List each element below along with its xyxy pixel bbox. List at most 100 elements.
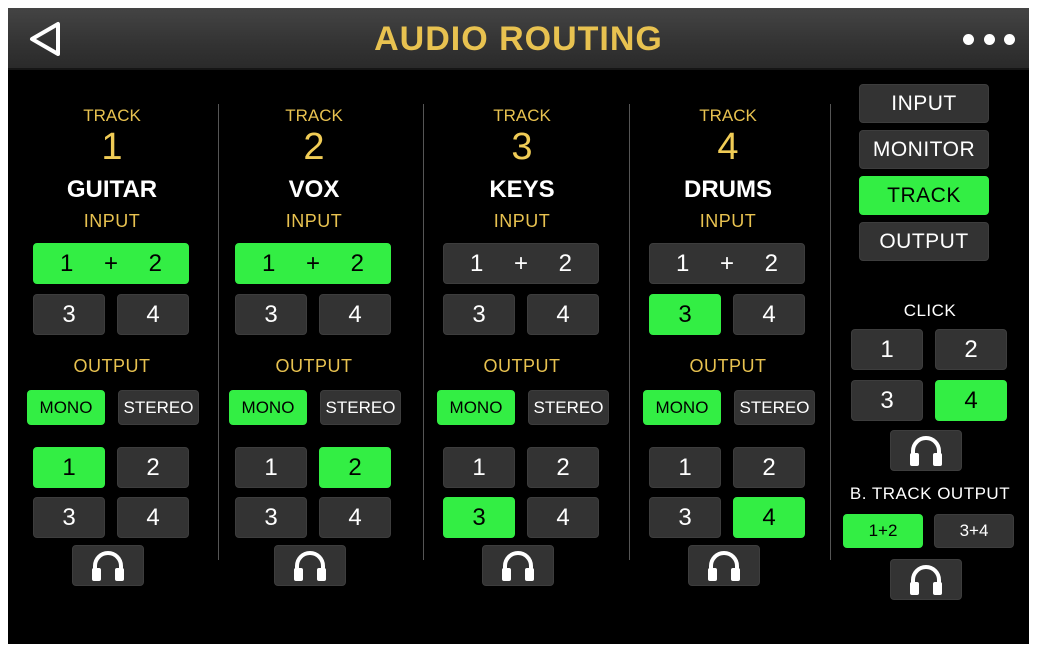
output-2-button[interactable]: 2 — [527, 447, 599, 488]
track-name: KEYS — [489, 176, 555, 203]
headphones-icon — [910, 435, 942, 466]
input-section-label: INPUT — [493, 211, 551, 231]
click-label: CLICK — [903, 301, 957, 320]
track-column-4: TRACK 4 DRUMS INPUT 1 +2 3 4 OUTPUT MONO STEREO 1 2 3… — [628, 96, 828, 596]
output-section-label: OUTPUT — [275, 356, 353, 376]
input-3-button[interactable]: 3 — [443, 294, 515, 335]
headphones-icon — [910, 564, 942, 595]
click-output-4-button[interactable]: 4 — [935, 380, 1007, 421]
track-label: TRACK — [699, 106, 757, 125]
track-label: TRACK — [83, 106, 141, 125]
track-name: VOX — [288, 176, 340, 203]
headphones-monitor-button[interactable] — [482, 545, 554, 586]
track-label: TRACK — [493, 106, 551, 125]
combo-a: 1 — [60, 249, 74, 277]
headphones-monitor-button[interactable] — [274, 545, 346, 586]
input-4-button[interactable]: 4 — [527, 294, 599, 335]
combo-plus: + — [305, 249, 320, 277]
output-3-button[interactable]: 3 — [649, 497, 721, 538]
page-title: AUDIO ROUTING — [374, 20, 663, 58]
output-2-button[interactable]: 2 — [117, 447, 189, 488]
mono-mode-button[interactable]: MONO — [437, 390, 515, 425]
output-3-button[interactable]: 3 — [235, 497, 307, 538]
stereo-mode-button[interactable]: STEREO — [118, 390, 199, 425]
output-section-label: OUTPUT — [483, 356, 561, 376]
mono-mode-button[interactable]: MONO — [643, 390, 721, 425]
track-number: 2 — [303, 126, 325, 168]
headphones-monitor-button[interactable] — [72, 545, 144, 586]
output-1-button[interactable]: 1 — [649, 447, 721, 488]
headphones-icon — [708, 550, 740, 581]
track-column-2: TRACK 2 VOX INPUT 1 +2 3 4 OUTPUT MONO STEREO 1 2 3 4 — [214, 96, 414, 596]
input-1-2-button[interactable]: 1 +2 — [649, 243, 805, 284]
input-section-label: INPUT — [83, 211, 141, 231]
combo-a: 1 — [470, 249, 484, 277]
click-output-2-button[interactable]: 2 — [935, 329, 1007, 370]
output-2-button[interactable]: 2 — [733, 447, 805, 488]
input-section-label: INPUT — [285, 211, 343, 231]
output-4-button[interactable]: 4 — [319, 497, 391, 538]
output-section-label: OUTPUT — [73, 356, 151, 376]
audio-routing-screen: AUDIO ROUTING TRACK 1 GUITAR INPUT 1 +2 3 4 OUTP… — [8, 8, 1029, 644]
track-column-3: TRACK 3 KEYS INPUT 1 +2 3 4 OUTPUT MONO STEREO 1 2 3 4 — [422, 96, 622, 596]
click-output-3-button[interactable]: 3 — [851, 380, 923, 421]
input-3-button[interactable]: 3 — [649, 294, 721, 335]
headphones-monitor-button[interactable] — [688, 545, 760, 586]
headphones-icon — [294, 550, 326, 581]
combo-plus: + — [103, 249, 118, 277]
input-4-button[interactable]: 4 — [733, 294, 805, 335]
combo-b: 2 — [764, 249, 778, 277]
output-4-button[interactable]: 4 — [733, 497, 805, 538]
headphones-icon — [92, 550, 124, 581]
output-3-button[interactable]: 3 — [443, 497, 515, 538]
menu-track-button[interactable]: TRACK — [859, 176, 989, 215]
track-name: DRUMS — [684, 176, 772, 203]
input-4-button[interactable]: 4 — [319, 294, 391, 335]
track-name: GUITAR — [66, 176, 158, 203]
output-4-button[interactable]: 4 — [117, 497, 189, 538]
b-track-output-1-2-button[interactable]: 1+2 — [843, 514, 923, 548]
headphones-icon — [502, 550, 534, 581]
stereo-mode-button[interactable]: STEREO — [734, 390, 815, 425]
output-3-button[interactable]: 3 — [33, 497, 105, 538]
header-bar: AUDIO ROUTING — [8, 8, 1029, 70]
menu-input-button[interactable]: INPUT — [859, 84, 989, 123]
combo-b: 2 — [558, 249, 572, 277]
input-3-button[interactable]: 3 — [33, 294, 105, 335]
input-1-2-button[interactable]: 1 +2 — [235, 243, 391, 284]
output-1-button[interactable]: 1 — [235, 447, 307, 488]
click-output-1-button[interactable]: 1 — [851, 329, 923, 370]
track-number: 1 — [101, 126, 123, 168]
menu-output-button[interactable]: OUTPUT — [859, 222, 989, 261]
output-4-button[interactable]: 4 — [527, 497, 599, 538]
combo-a: 1 — [262, 249, 276, 277]
combo-a: 1 — [676, 249, 690, 277]
output-section-label: OUTPUT — [689, 356, 767, 376]
b-track-output-3-4-button[interactable]: 3+4 — [934, 514, 1014, 548]
output-1-button[interactable]: 1 — [443, 447, 515, 488]
menu-monitor-button[interactable]: MONITOR — [859, 130, 989, 169]
more-dots-icon — [963, 33, 974, 45]
mono-mode-button[interactable]: MONO — [229, 390, 307, 425]
track-number: 3 — [511, 126, 533, 168]
combo-b: 2 — [148, 249, 162, 277]
stereo-mode-button[interactable]: STEREO — [528, 390, 609, 425]
b-track-headphones-button[interactable] — [890, 559, 962, 600]
more-button[interactable] — [963, 28, 1015, 50]
track-column-1: TRACK 1 GUITAR INPUT 1 +2 3 4 OUTPUT MONO STEREO 1 2… — [12, 96, 212, 596]
input-1-2-button[interactable]: 1 +2 — [33, 243, 189, 284]
output-2-button[interactable]: 2 — [319, 447, 391, 488]
click-headphones-button[interactable] — [890, 430, 962, 471]
input-section-label: INPUT — [699, 211, 757, 231]
input-1-2-button[interactable]: 1 +2 — [443, 243, 599, 284]
combo-b: 2 — [350, 249, 364, 277]
input-3-button[interactable]: 3 — [235, 294, 307, 335]
stereo-mode-button[interactable]: STEREO — [320, 390, 401, 425]
track-number: 4 — [717, 126, 739, 168]
mono-mode-button[interactable]: MONO — [27, 390, 105, 425]
b-track-output-label: B. TRACK OUTPUT — [849, 484, 1011, 503]
output-1-button[interactable]: 1 — [33, 447, 105, 488]
input-4-button[interactable]: 4 — [117, 294, 189, 335]
track-label: TRACK — [285, 106, 343, 125]
combo-plus: + — [513, 249, 528, 277]
